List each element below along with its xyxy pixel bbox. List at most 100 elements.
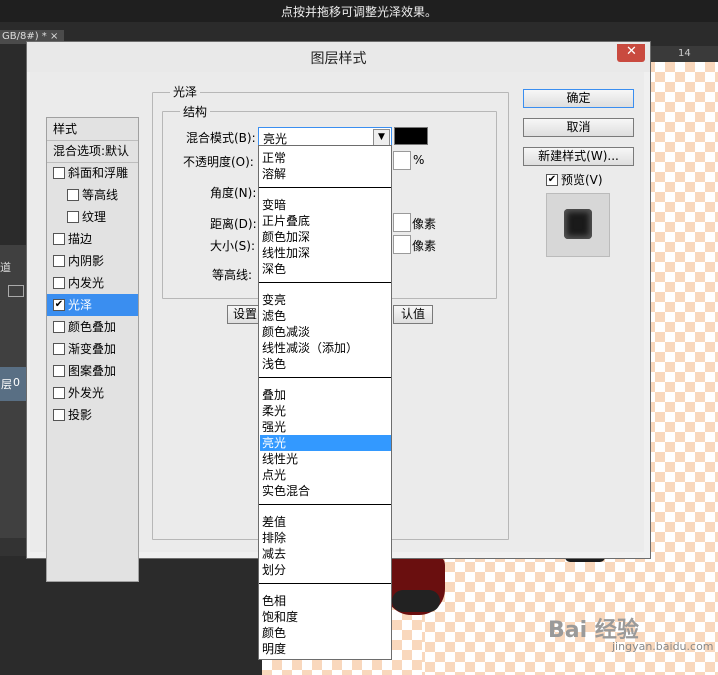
style-checkbox[interactable] — [53, 233, 65, 245]
layer-row[interactable]: 层 0 — [0, 367, 26, 401]
distance-input[interactable] — [393, 213, 411, 232]
style-item[interactable]: 描边 — [47, 228, 138, 250]
section-title: 光泽 — [170, 83, 201, 100]
shoe-sole-image — [392, 590, 440, 612]
opacity-unit: % — [413, 153, 425, 167]
blend-option[interactable]: 实色混合 — [260, 483, 391, 499]
opacity-label: 不透明度(O): — [183, 155, 254, 169]
blend-option[interactable]: 明度 — [260, 641, 391, 657]
blend-option[interactable]: 亮光 — [260, 435, 391, 451]
style-checkbox[interactable] — [53, 409, 65, 421]
blend-option[interactable]: 正常 — [260, 150, 391, 166]
image-icon[interactable] — [8, 285, 24, 297]
style-item[interactable]: 图案叠加 — [47, 360, 138, 382]
style-item[interactable]: 纹理 — [47, 206, 138, 228]
style-label: 外发光 — [68, 386, 105, 400]
style-checkbox[interactable] — [67, 189, 79, 201]
style-item[interactable]: 颜色叠加 — [47, 316, 138, 338]
styles-header[interactable]: 样式 — [47, 118, 138, 141]
structure-title: 结构 — [180, 103, 211, 120]
preview-label: 预览(V) — [561, 173, 603, 187]
style-label: 内阴影 — [68, 254, 105, 268]
color-swatch[interactable] — [394, 127, 428, 145]
style-checkbox[interactable] — [53, 321, 65, 333]
blend-option[interactable]: 线性光 — [260, 451, 391, 467]
blend-option[interactable]: 强光 — [260, 419, 391, 435]
blend-option[interactable]: 颜色减淡 — [260, 324, 391, 340]
layer-number: 0 — [13, 376, 20, 389]
size-unit: 像素 — [412, 239, 437, 253]
layers-panel: 道 层 0 — [0, 245, 26, 545]
style-label: 斜面和浮雕 — [68, 166, 129, 180]
style-checkbox[interactable] — [53, 387, 65, 399]
blend-option[interactable]: 差值 — [260, 514, 391, 530]
blend-option[interactable]: 颜色 — [260, 625, 391, 641]
blend-option[interactable]: 减去 — [260, 546, 391, 562]
layer-label: 层 — [1, 378, 12, 391]
blend-option[interactable]: 正片叠底 — [260, 213, 391, 229]
style-label: 颜色叠加 — [68, 320, 117, 334]
style-checkbox[interactable] — [67, 211, 79, 223]
blend-option[interactable]: 溶解 — [260, 166, 391, 182]
cancel-button[interactable]: 取消 — [523, 118, 634, 137]
blend-mode-dropdown-list: 正常 溶解变暗 正片叠底 颜色加深 线性加深 深色变亮 滤色 颜色减淡 线性减淡（添加） 浅色叠加… — [258, 145, 392, 660]
close-icon: ✕ — [626, 44, 637, 59]
style-label: 渐变叠加 — [68, 342, 117, 356]
preview-thumbnail — [546, 193, 610, 257]
style-checkbox[interactable] — [53, 255, 65, 267]
style-item[interactable]: ✔ 光泽 — [47, 294, 138, 316]
blend-option[interactable]: 点光 — [260, 467, 391, 483]
blend-option[interactable]: 色相 — [260, 593, 391, 609]
blend-option[interactable]: 浅色 — [260, 356, 391, 372]
reset-default-button[interactable]: 认值 — [393, 305, 433, 324]
style-checkbox[interactable] — [53, 277, 65, 289]
style-checkbox[interactable] — [53, 167, 65, 179]
chevron-down-icon[interactable]: ▼ — [373, 129, 390, 146]
blend-option[interactable]: 饱和度 — [260, 609, 391, 625]
opacity-input[interactable] — [393, 151, 411, 170]
style-checkbox[interactable] — [53, 365, 65, 377]
options-bar: 点按并拖移可调整光泽效果。 — [0, 0, 718, 22]
option-separator — [259, 282, 391, 283]
ok-button[interactable]: 确定 — [523, 89, 634, 108]
blend-option[interactable]: 叠加 — [260, 387, 391, 403]
style-item[interactable]: 渐变叠加 — [47, 338, 138, 360]
close-button[interactable]: ✕ — [617, 44, 645, 62]
blend-option[interactable]: 深色 — [260, 261, 391, 277]
blend-option[interactable]: 线性加深 — [260, 245, 391, 261]
style-checkbox[interactable] — [53, 343, 65, 355]
blend-options-item[interactable]: 混合选项:默认 — [47, 140, 138, 163]
ruler-label: 14 — [678, 48, 691, 59]
blend-option[interactable]: 变暗 — [260, 197, 391, 213]
blend-option[interactable]: 排除 — [260, 530, 391, 546]
style-checkbox[interactable]: ✔ — [53, 299, 65, 311]
style-label: 纹理 — [82, 210, 107, 224]
dialog-titlebar[interactable]: 图层样式 ✕ — [27, 42, 650, 72]
style-item[interactable]: 内发光 — [47, 272, 138, 294]
option-separator — [259, 583, 391, 584]
blend-option[interactable]: 滤色 — [260, 308, 391, 324]
blend-option[interactable]: 线性减淡（添加） — [260, 340, 391, 356]
option-separator — [259, 377, 391, 378]
style-item[interactable]: 内阴影 — [47, 250, 138, 272]
size-input[interactable] — [393, 235, 411, 254]
watermark-url: jingyan.baidu.com — [612, 640, 714, 653]
size-label: 大小(S): — [210, 239, 256, 253]
style-label: 投影 — [68, 408, 93, 422]
style-item[interactable]: 等高线 — [47, 184, 138, 206]
style-item[interactable]: 斜面和浮雕 — [47, 162, 138, 184]
blend-mode-label: 混合模式(B): — [186, 131, 256, 145]
style-label: 光泽 — [68, 298, 93, 312]
distance-unit: 像素 — [412, 217, 437, 231]
option-separator — [259, 504, 391, 505]
style-item[interactable]: 投影 — [47, 404, 138, 426]
contour-label: 等高线: — [212, 268, 253, 282]
new-style-button[interactable]: 新建样式(W)... — [523, 147, 634, 166]
style-item[interactable]: 外发光 — [47, 382, 138, 404]
preview-checkbox[interactable]: ✔ — [546, 174, 558, 186]
blend-option[interactable]: 变亮 — [260, 292, 391, 308]
blend-option[interactable]: 颜色加深 — [260, 229, 391, 245]
blend-option[interactable]: 划分 — [260, 562, 391, 578]
blend-option[interactable]: 柔光 — [260, 403, 391, 419]
panel-tab-channels[interactable]: 道 — [0, 259, 16, 279]
